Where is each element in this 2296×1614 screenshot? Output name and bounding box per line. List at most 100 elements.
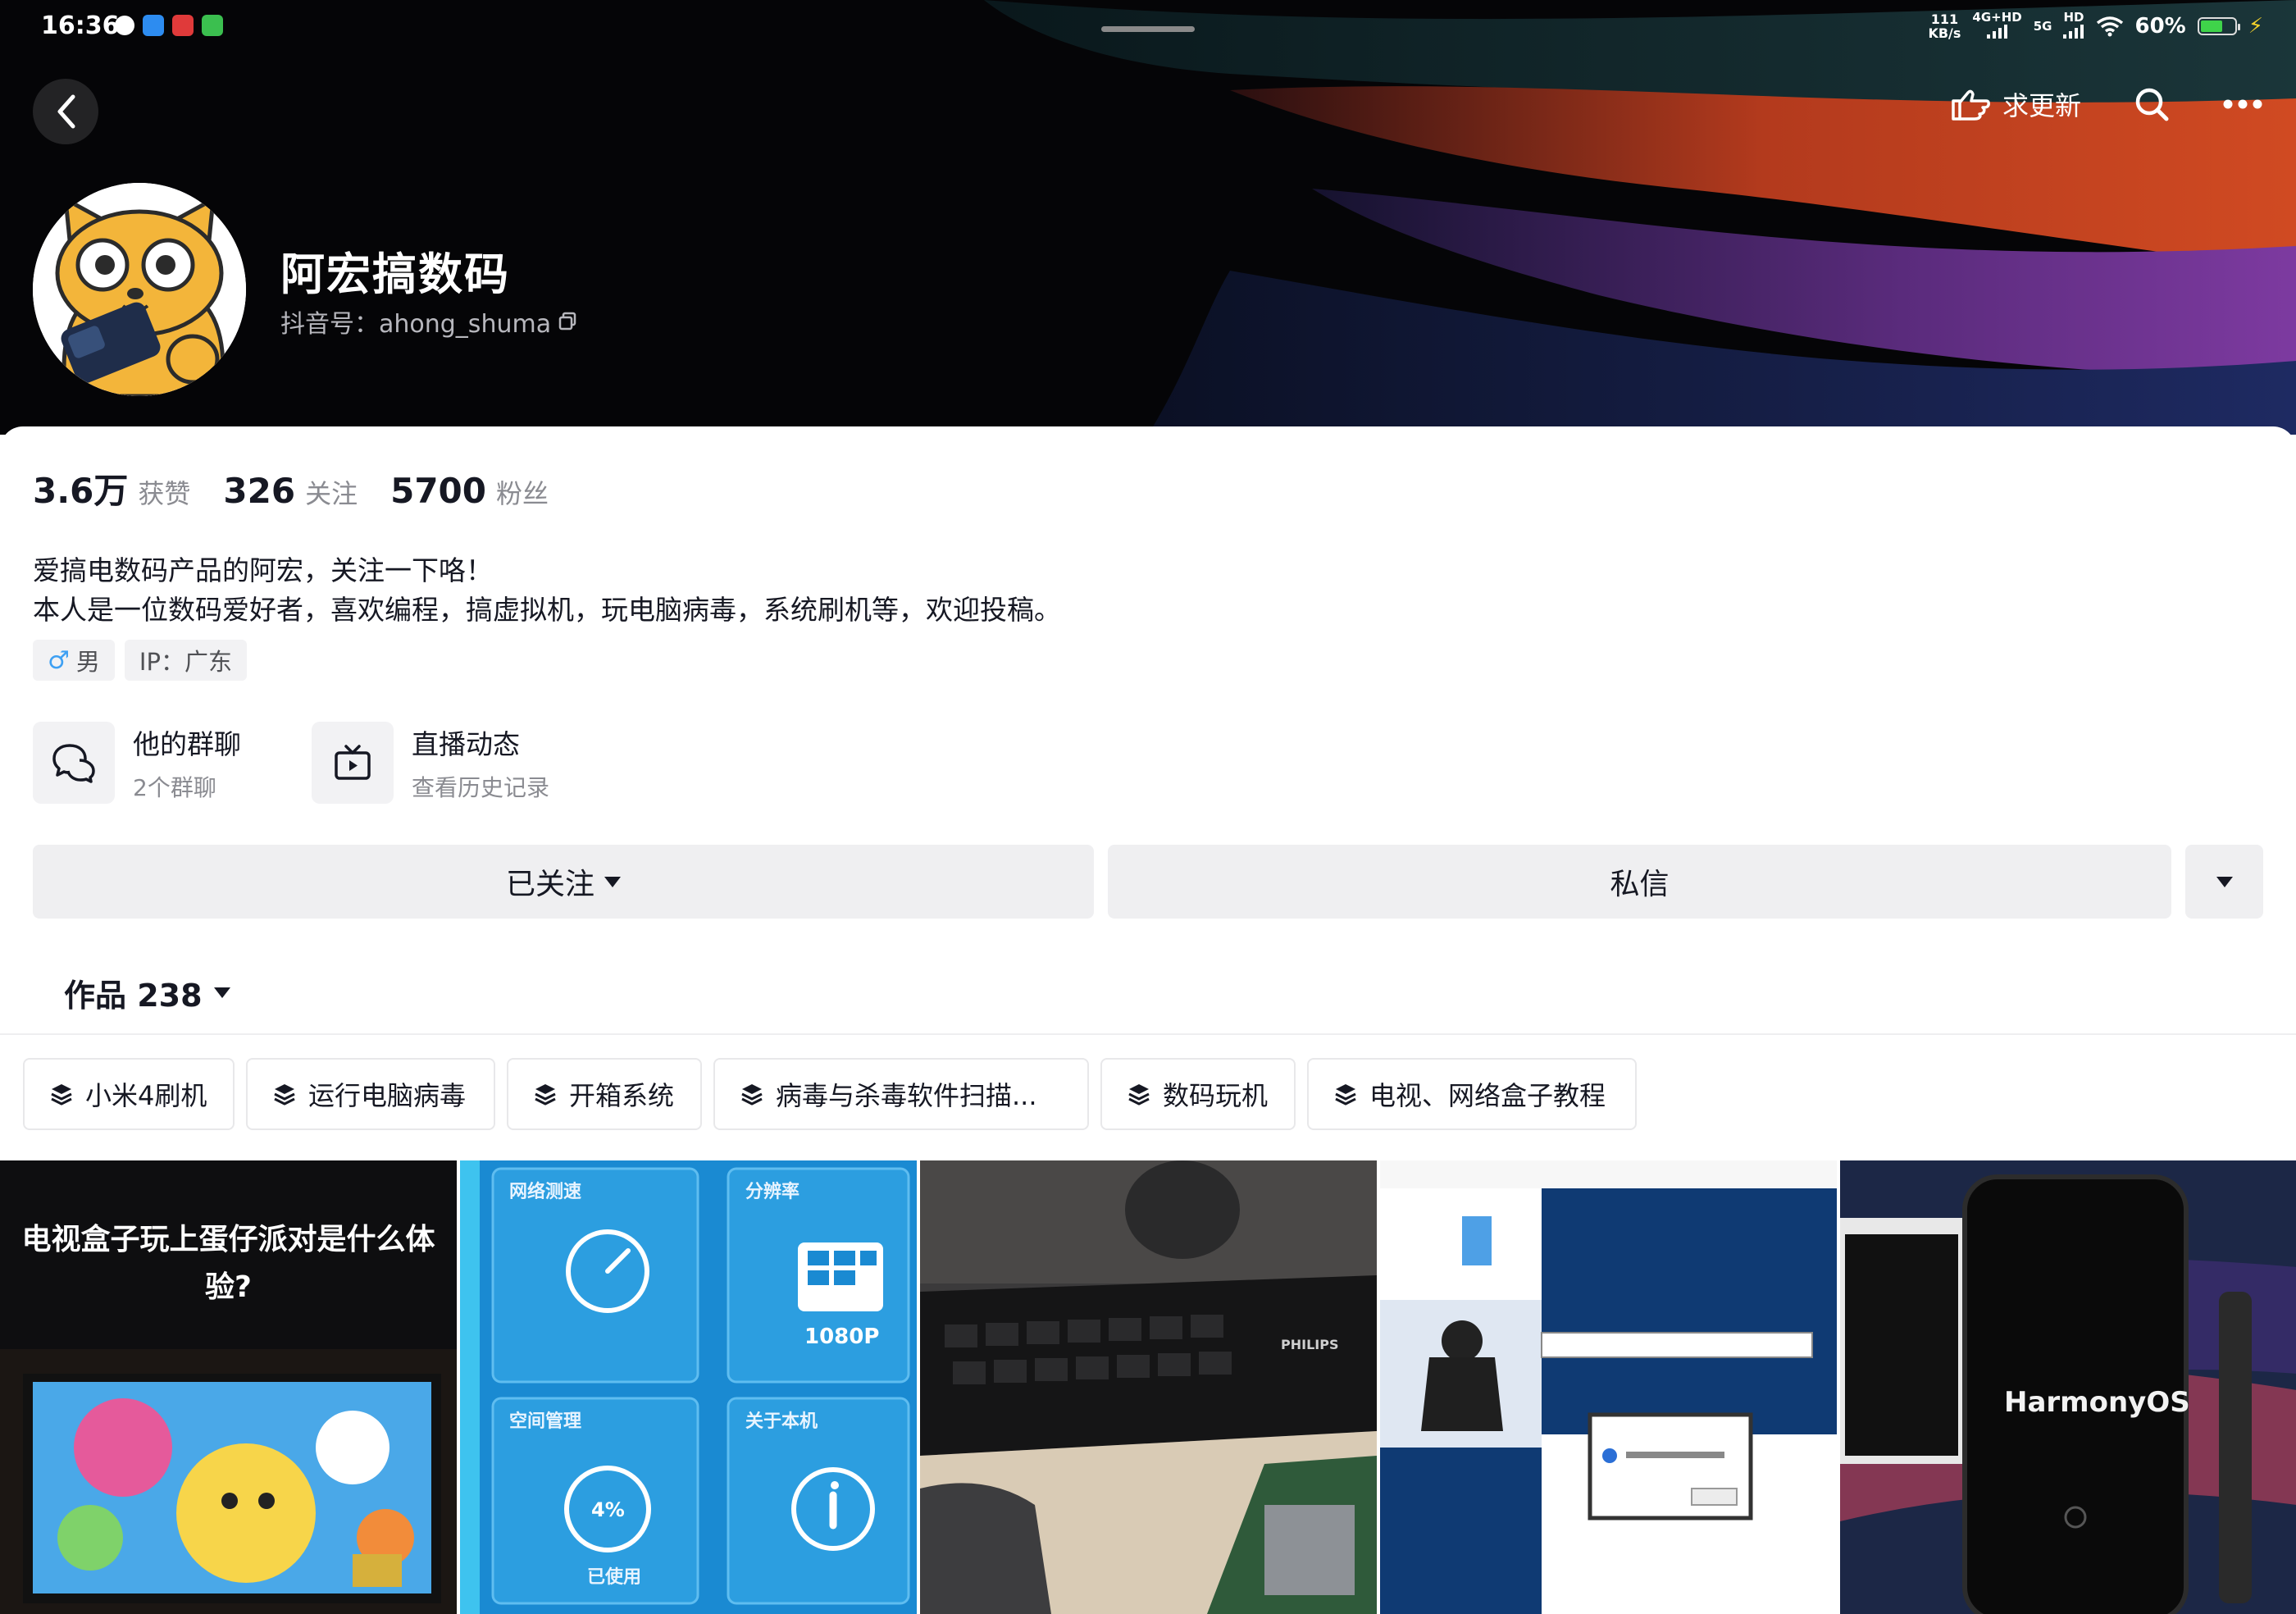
keyboard-board-photo — [920, 1160, 1377, 1614]
avatar[interactable] — [33, 183, 246, 396]
gender-label: 男 — [75, 648, 100, 676]
tile-label: 空间管理 — [509, 1411, 582, 1432]
collection-label: 电视、网络盒子教程 — [1369, 1080, 1606, 1111]
tv-game-illustration — [0, 1349, 457, 1614]
collection-chip[interactable]: 小米4刷机 — [23, 1058, 235, 1130]
profile-tags: ♂ 男 IP：广东 — [33, 640, 247, 681]
signal-bars-icon — [2063, 24, 2084, 39]
collection-stack-icon — [51, 1084, 72, 1106]
group-chat-icon — [52, 744, 95, 783]
ip-label: IP：广东 — [139, 648, 232, 676]
app-red-icon — [172, 15, 194, 36]
header-background — [0, 0, 2296, 435]
tile-label: 网络测速 — [509, 1182, 582, 1202]
followed-button[interactable]: 已关注 — [33, 845, 1094, 919]
followed-label: 已关注 — [505, 868, 594, 901]
os-logo-text: HarmonyOS — [2004, 1386, 2190, 1419]
caret-down-icon — [213, 987, 230, 998]
collection-label: 运行电脑病毒 — [308, 1080, 467, 1111]
more-icon[interactable] — [2222, 98, 2263, 110]
collection-chip[interactable]: 开箱系统 — [507, 1058, 702, 1130]
search-icon[interactable] — [2134, 86, 2170, 122]
stat-value: 3.6万 — [33, 471, 129, 511]
live-tv-icon — [335, 745, 371, 780]
signal-bars-icon — [1987, 24, 2008, 39]
back-icon — [57, 94, 75, 129]
collection-label: 开箱系统 — [569, 1080, 675, 1111]
net-speed: 111 KB/s — [1928, 12, 1961, 40]
wifi-icon — [2096, 16, 2123, 37]
back-button[interactable] — [33, 79, 98, 144]
gender-tag: ♂ 男 — [33, 640, 115, 681]
caret-down-icon — [604, 876, 621, 887]
stat-label: 获赞 — [138, 478, 191, 509]
video-thumbnail[interactable]: 电视盒子玩上蛋仔派对是什么体验? — [0, 1160, 457, 1614]
stat-followers[interactable]: 5700 粉丝 — [390, 471, 549, 511]
group-chat-text: 他的群聊 2个群聊 — [133, 723, 241, 803]
message-label: 私信 — [1610, 868, 1670, 901]
stat-label: 关注 — [305, 478, 358, 509]
collection-stack-icon — [535, 1084, 556, 1106]
net-speed-unit: KB/s — [1928, 25, 1961, 41]
desktop-popup-screenshot — [1380, 1160, 1837, 1614]
stat-likes[interactable]: 3.6万 获赞 — [33, 463, 190, 513]
signal-3: HD — [2063, 11, 2084, 41]
tile-label: 分辨率 — [745, 1182, 800, 1202]
bio-line-1: 爱搞电数码产品的阿宏，关注一下咯！ — [33, 554, 493, 586]
bio-line-2: 本人是一位数码爱好者，喜欢编程，搞虚拟机，玩电脑病毒，系统刷机等，欢迎投稿。 — [33, 594, 1061, 626]
stats-row: 3.6万 获赞 326 关注 5700 粉丝 — [33, 463, 549, 513]
collection-label: 病毒与杀毒软件扫描... — [776, 1080, 1037, 1111]
storage-used-label: 已使用 — [587, 1567, 642, 1588]
collection-chip[interactable]: 病毒与杀毒软件扫描... — [713, 1058, 1089, 1130]
douyin-id[interactable]: 抖音号：ahong_shuma — [280, 303, 577, 340]
tile-label: 关于本机 — [745, 1411, 818, 1432]
request-update-label: 求更新 — [2002, 90, 2081, 121]
live-entry[interactable]: 直播动态 查看历史记录 — [312, 722, 549, 804]
video-thumbnail[interactable]: HarmonyOS — [1840, 1160, 2296, 1614]
live-subtitle: 查看历史记录 — [412, 774, 550, 801]
video-thumbnail[interactable] — [1380, 1160, 1837, 1614]
group-chat-entry[interactable]: 他的群聊 2个群聊 — [33, 722, 241, 804]
copy-icon[interactable] — [558, 312, 577, 331]
status-time: 16:36 — [41, 11, 120, 40]
signal-1-label: 4G+HD — [1972, 10, 2022, 25]
more-actions-button[interactable] — [2185, 845, 2263, 919]
collection-chip[interactable]: 电视、网络盒子教程 — [1307, 1058, 1637, 1130]
collection-stack-icon — [1335, 1084, 1356, 1106]
stat-value: 326 — [223, 471, 296, 511]
stat-following[interactable]: 326 关注 — [223, 471, 358, 511]
hand-point-icon — [1952, 89, 1990, 121]
video-grid: 电视盒子玩上蛋仔派对是什么体验? 网络测速 分辨率 1080P 空间管理 4% … — [0, 1160, 2296, 1614]
app-k-icon — [143, 15, 164, 36]
group-chat-title: 他的群聊 — [133, 728, 241, 760]
tab-works[interactable]: 作品 238 — [64, 970, 230, 1015]
signal-2-label: 5G — [2033, 18, 2052, 34]
stat-value: 5700 — [390, 471, 487, 511]
storage-percent: 4% — [591, 1498, 625, 1521]
bio: 爱搞电数码产品的阿宏，关注一下咯！ 本人是一位数码爱好者，喜欢编程，搞虚拟机，玩… — [33, 551, 1061, 630]
resolution-value: 1080P — [804, 1324, 880, 1349]
signal-3-label: HD — [2063, 10, 2084, 25]
nickname: 阿宏搞数码 — [280, 248, 510, 300]
app-green-icon — [202, 15, 223, 36]
ip-tag: IP：广东 — [124, 640, 247, 681]
avatar-cat-illustration — [33, 183, 246, 396]
collection-stack-icon — [741, 1084, 763, 1106]
live-icon-box — [312, 722, 394, 804]
video-caption: 电视盒子玩上蛋仔派对是什么体验? — [21, 1223, 435, 1304]
collection-chip[interactable]: 数码玩机 — [1100, 1058, 1296, 1130]
drag-handle[interactable] — [1101, 26, 1195, 32]
stat-label: 粉丝 — [496, 478, 549, 509]
live-title: 直播动态 — [412, 728, 520, 760]
profile-header — [0, 0, 2296, 435]
douyin-id-text: 抖音号：ahong_shuma — [280, 310, 552, 339]
video-thumbnail[interactable]: PHILIPS — [920, 1160, 1377, 1614]
video-thumbnail[interactable]: 网络测速 分辨率 1080P 空间管理 4% 已使用 关于本机 — [460, 1160, 917, 1614]
live-text: 直播动态 查看历史记录 — [412, 723, 549, 803]
group-chat-subtitle: 2个群聊 — [133, 774, 216, 801]
collection-chip[interactable]: 运行电脑病毒 — [246, 1058, 495, 1130]
tab-divider — [0, 1033, 2296, 1035]
message-button[interactable]: 私信 — [1108, 845, 2171, 919]
request-update-button[interactable]: 求更新 — [1950, 85, 2081, 123]
signal-2: 5G — [2033, 18, 2052, 34]
